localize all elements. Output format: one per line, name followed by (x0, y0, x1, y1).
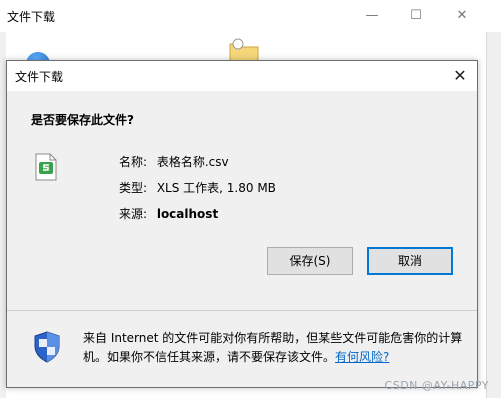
cancel-button[interactable]: 取消 (367, 247, 453, 275)
save-question: 是否要保存此文件? (31, 113, 134, 127)
save-button[interactable]: 保存(S) (267, 247, 353, 275)
dialog-titlebar[interactable]: 文件下载 ✕ (7, 61, 477, 91)
file-source-value: localhost (156, 207, 219, 221)
file-type-value: XLS 工作表, 1.80 MB (156, 181, 276, 195)
risk-link[interactable]: 有何风险? (335, 350, 389, 364)
close-icon[interactable]: ✕ (449, 65, 471, 87)
background-close-icon[interactable]: ✕ (452, 6, 472, 26)
watermark: CSDN @AY-HAPPY (384, 379, 489, 392)
background-titlebar: 文件下载 — ☐ ✕ (0, 0, 501, 32)
divider (7, 310, 477, 311)
file-name-row: 名称: 表格名称.csv (119, 153, 229, 170)
minimize-icon[interactable]: — (362, 6, 382, 26)
file-source-row: 来源: localhost (119, 205, 218, 222)
file-name-value: 表格名称.csv (156, 155, 229, 169)
security-shield-icon (34, 331, 60, 363)
background-scrollbar[interactable] (486, 32, 501, 398)
security-warning: 来自 Internet 的文件可能对你有所帮助，但某些文件可能危害你的计算机。如… (83, 329, 463, 367)
maximize-icon[interactable]: ☐ (406, 6, 426, 26)
background-window-title: 文件下载 (7, 10, 56, 24)
file-type-label: 类型: (119, 181, 148, 195)
file-download-dialog: 文件下载 ✕ 是否要保存此文件? 名称: 表格名称.csv 类型: XLS 工作… (6, 60, 478, 388)
file-source-label: 来源: (119, 207, 148, 221)
warning-text: 来自 Internet 的文件可能对你有所帮助，但某些文件可能危害你的计算机。如… (83, 331, 463, 364)
csv-file-icon (35, 153, 57, 181)
file-name-label: 名称: (119, 155, 148, 169)
file-type-row: 类型: XLS 工作表, 1.80 MB (119, 179, 276, 196)
dialog-title: 文件下载 (15, 70, 64, 84)
